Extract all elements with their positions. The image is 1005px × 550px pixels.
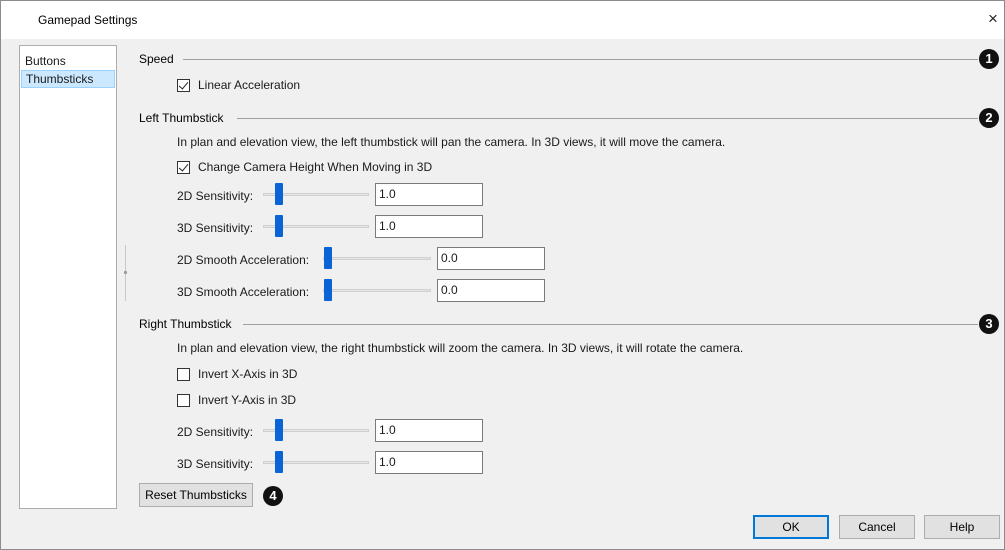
- slider-track: [323, 257, 431, 260]
- title-bar: Gamepad Settings ×: [1, 1, 1004, 39]
- slider-thumb[interactable]: [324, 247, 332, 269]
- category-list: Buttons Thumbsticks: [19, 45, 117, 509]
- right-2d-sensitivity-label: 2D Sensitivity:: [177, 425, 254, 439]
- linear-acceleration-checkbox-row[interactable]: Linear Acceleration: [177, 76, 300, 94]
- right-2d-sensitivity-input[interactable]: 1.0: [375, 419, 483, 442]
- right-3d-sensitivity-slider[interactable]: [263, 451, 369, 473]
- invert-x-axis-label: Invert X-Axis in 3D: [198, 367, 298, 381]
- left-2d-smooth-acceleration-label: 2D Smooth Acceleration:: [177, 253, 310, 267]
- callout-marker-2: 2: [979, 108, 999, 128]
- invert-x-axis-checkbox[interactable]: [177, 367, 190, 381]
- nav-item-thumbsticks[interactable]: Thumbsticks: [21, 70, 115, 88]
- callout-marker-3: 3: [979, 314, 999, 334]
- invert-x-axis-checkbox-row[interactable]: Invert X-Axis in 3D: [177, 365, 297, 383]
- invert-y-axis-label: Invert Y-Axis in 3D: [198, 393, 297, 407]
- help-button[interactable]: Help: [924, 515, 1000, 539]
- gamepad-settings-dialog: Gamepad Settings × Buttons Thumbsticks S…: [0, 0, 1005, 550]
- change-camera-height-checkbox[interactable]: [177, 160, 190, 174]
- close-icon[interactable]: ×: [983, 9, 1003, 29]
- left-3d-smooth-acceleration-label: 3D Smooth Acceleration:: [177, 285, 310, 299]
- right-thumbstick-group-title: Right Thumbstick: [139, 317, 232, 331]
- invert-y-axis-checkbox-row[interactable]: Invert Y-Axis in 3D: [177, 391, 296, 409]
- left-2d-sensitivity-slider[interactable]: [263, 183, 369, 205]
- right-3d-sensitivity-input[interactable]: 1.0: [375, 451, 483, 474]
- cancel-button[interactable]: Cancel: [839, 515, 915, 539]
- slider-thumb[interactable]: [275, 215, 283, 237]
- slider-thumb[interactable]: [275, 451, 283, 473]
- speed-group-divider: [183, 59, 978, 60]
- left-3d-sensitivity-label: 3D Sensitivity:: [177, 221, 254, 235]
- speed-group-title: Speed: [139, 52, 174, 66]
- right-thumbstick-group-divider: [243, 324, 978, 325]
- right-2d-sensitivity-slider[interactable]: [263, 419, 369, 441]
- slider-thumb[interactable]: [324, 279, 332, 301]
- callout-marker-1: 1: [979, 49, 999, 69]
- splitter-grip-icon: [123, 270, 128, 275]
- right-thumbstick-description: In plan and elevation view, the right th…: [177, 341, 744, 355]
- callout-marker-4: 4: [263, 486, 283, 506]
- left-3d-sensitivity-slider[interactable]: [263, 215, 369, 237]
- slider-thumb[interactable]: [275, 183, 283, 205]
- change-camera-height-checkbox-row[interactable]: Change Camera Height When Moving in 3D: [177, 158, 432, 176]
- left-3d-sensitivity-input[interactable]: 1.0: [375, 215, 483, 238]
- ok-button[interactable]: OK: [753, 515, 829, 539]
- left-2d-sensitivity-label: 2D Sensitivity:: [177, 189, 254, 203]
- slider-thumb[interactable]: [275, 419, 283, 441]
- left-2d-smooth-acceleration-slider[interactable]: [323, 247, 431, 269]
- left-thumbstick-group-title: Left Thumbstick: [139, 111, 224, 125]
- linear-acceleration-label: Linear Acceleration: [198, 78, 301, 92]
- change-camera-height-label: Change Camera Height When Moving in 3D: [198, 160, 433, 174]
- left-3d-smooth-acceleration-input[interactable]: 0.0: [437, 279, 545, 302]
- window-title: Gamepad Settings: [38, 13, 138, 27]
- nav-item-buttons[interactable]: Buttons: [21, 52, 115, 70]
- invert-y-axis-checkbox[interactable]: [177, 393, 190, 407]
- left-2d-smooth-acceleration-input[interactable]: 0.0: [437, 247, 545, 270]
- left-2d-sensitivity-input[interactable]: 1.0: [375, 183, 483, 206]
- left-thumbstick-group-divider: [237, 118, 978, 119]
- right-3d-sensitivity-label: 3D Sensitivity:: [177, 457, 254, 471]
- slider-track: [323, 289, 431, 292]
- reset-thumbsticks-button[interactable]: Reset Thumbsticks: [139, 483, 253, 507]
- left-thumbstick-description: In plan and elevation view, the left thu…: [177, 135, 726, 149]
- linear-acceleration-checkbox[interactable]: [177, 78, 190, 92]
- left-3d-smooth-acceleration-slider[interactable]: [323, 279, 431, 301]
